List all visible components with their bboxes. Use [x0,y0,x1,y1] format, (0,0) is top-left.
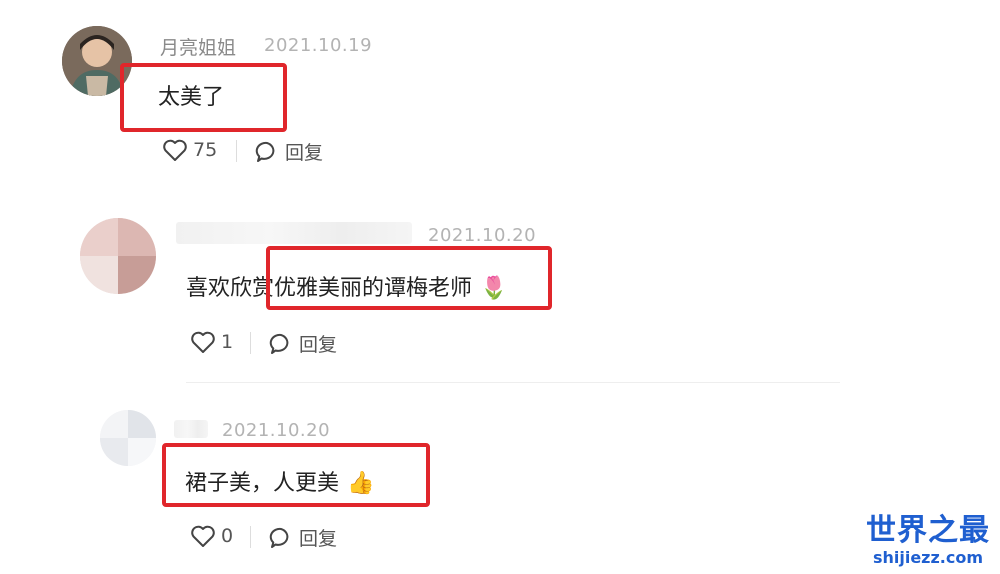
action-divider [250,332,251,354]
like-button[interactable]: 75 [162,138,217,162]
reply-label: 回复 [285,142,324,164]
avatar[interactable] [80,218,156,294]
comment-bubble-icon [269,333,289,354]
reply-button[interactable]: 回复 [255,138,323,165]
heart-icon [191,331,215,353]
reply-button[interactable]: 回复 [269,524,337,551]
action-divider [236,140,237,162]
username[interactable]: 月亮姐姐 [160,33,236,60]
comment-date: 2021.10.19 [264,35,373,56]
reply-label: 回复 [299,528,338,550]
heart-icon [191,525,215,547]
comment-separator [186,382,840,383]
comment-bubble-icon [255,141,275,162]
like-button[interactable]: 0 [190,524,233,548]
reply-label: 回复 [299,334,338,356]
highlight-box [162,443,430,507]
comment-date: 2021.10.20 [428,225,537,246]
watermark-url: shijiezz.com [872,548,984,567]
reply-button[interactable]: 回复 [269,330,337,357]
comment-date: 2021.10.20 [222,420,331,441]
watermark-title: 世界之最 [866,513,990,548]
like-count: 75 [193,139,218,161]
avatar[interactable] [100,410,156,466]
blurred-username [176,222,412,244]
comment-bubble-icon [269,527,289,548]
like-count: 1 [221,331,234,353]
like-count: 0 [221,525,234,547]
watermark: 世界之最 shijiezz.com [866,514,990,568]
like-button[interactable]: 1 [190,330,233,354]
highlight-box [120,63,287,132]
action-divider [250,526,251,548]
heart-icon [163,139,187,161]
blurred-username [174,420,208,438]
highlight-box [266,246,552,310]
